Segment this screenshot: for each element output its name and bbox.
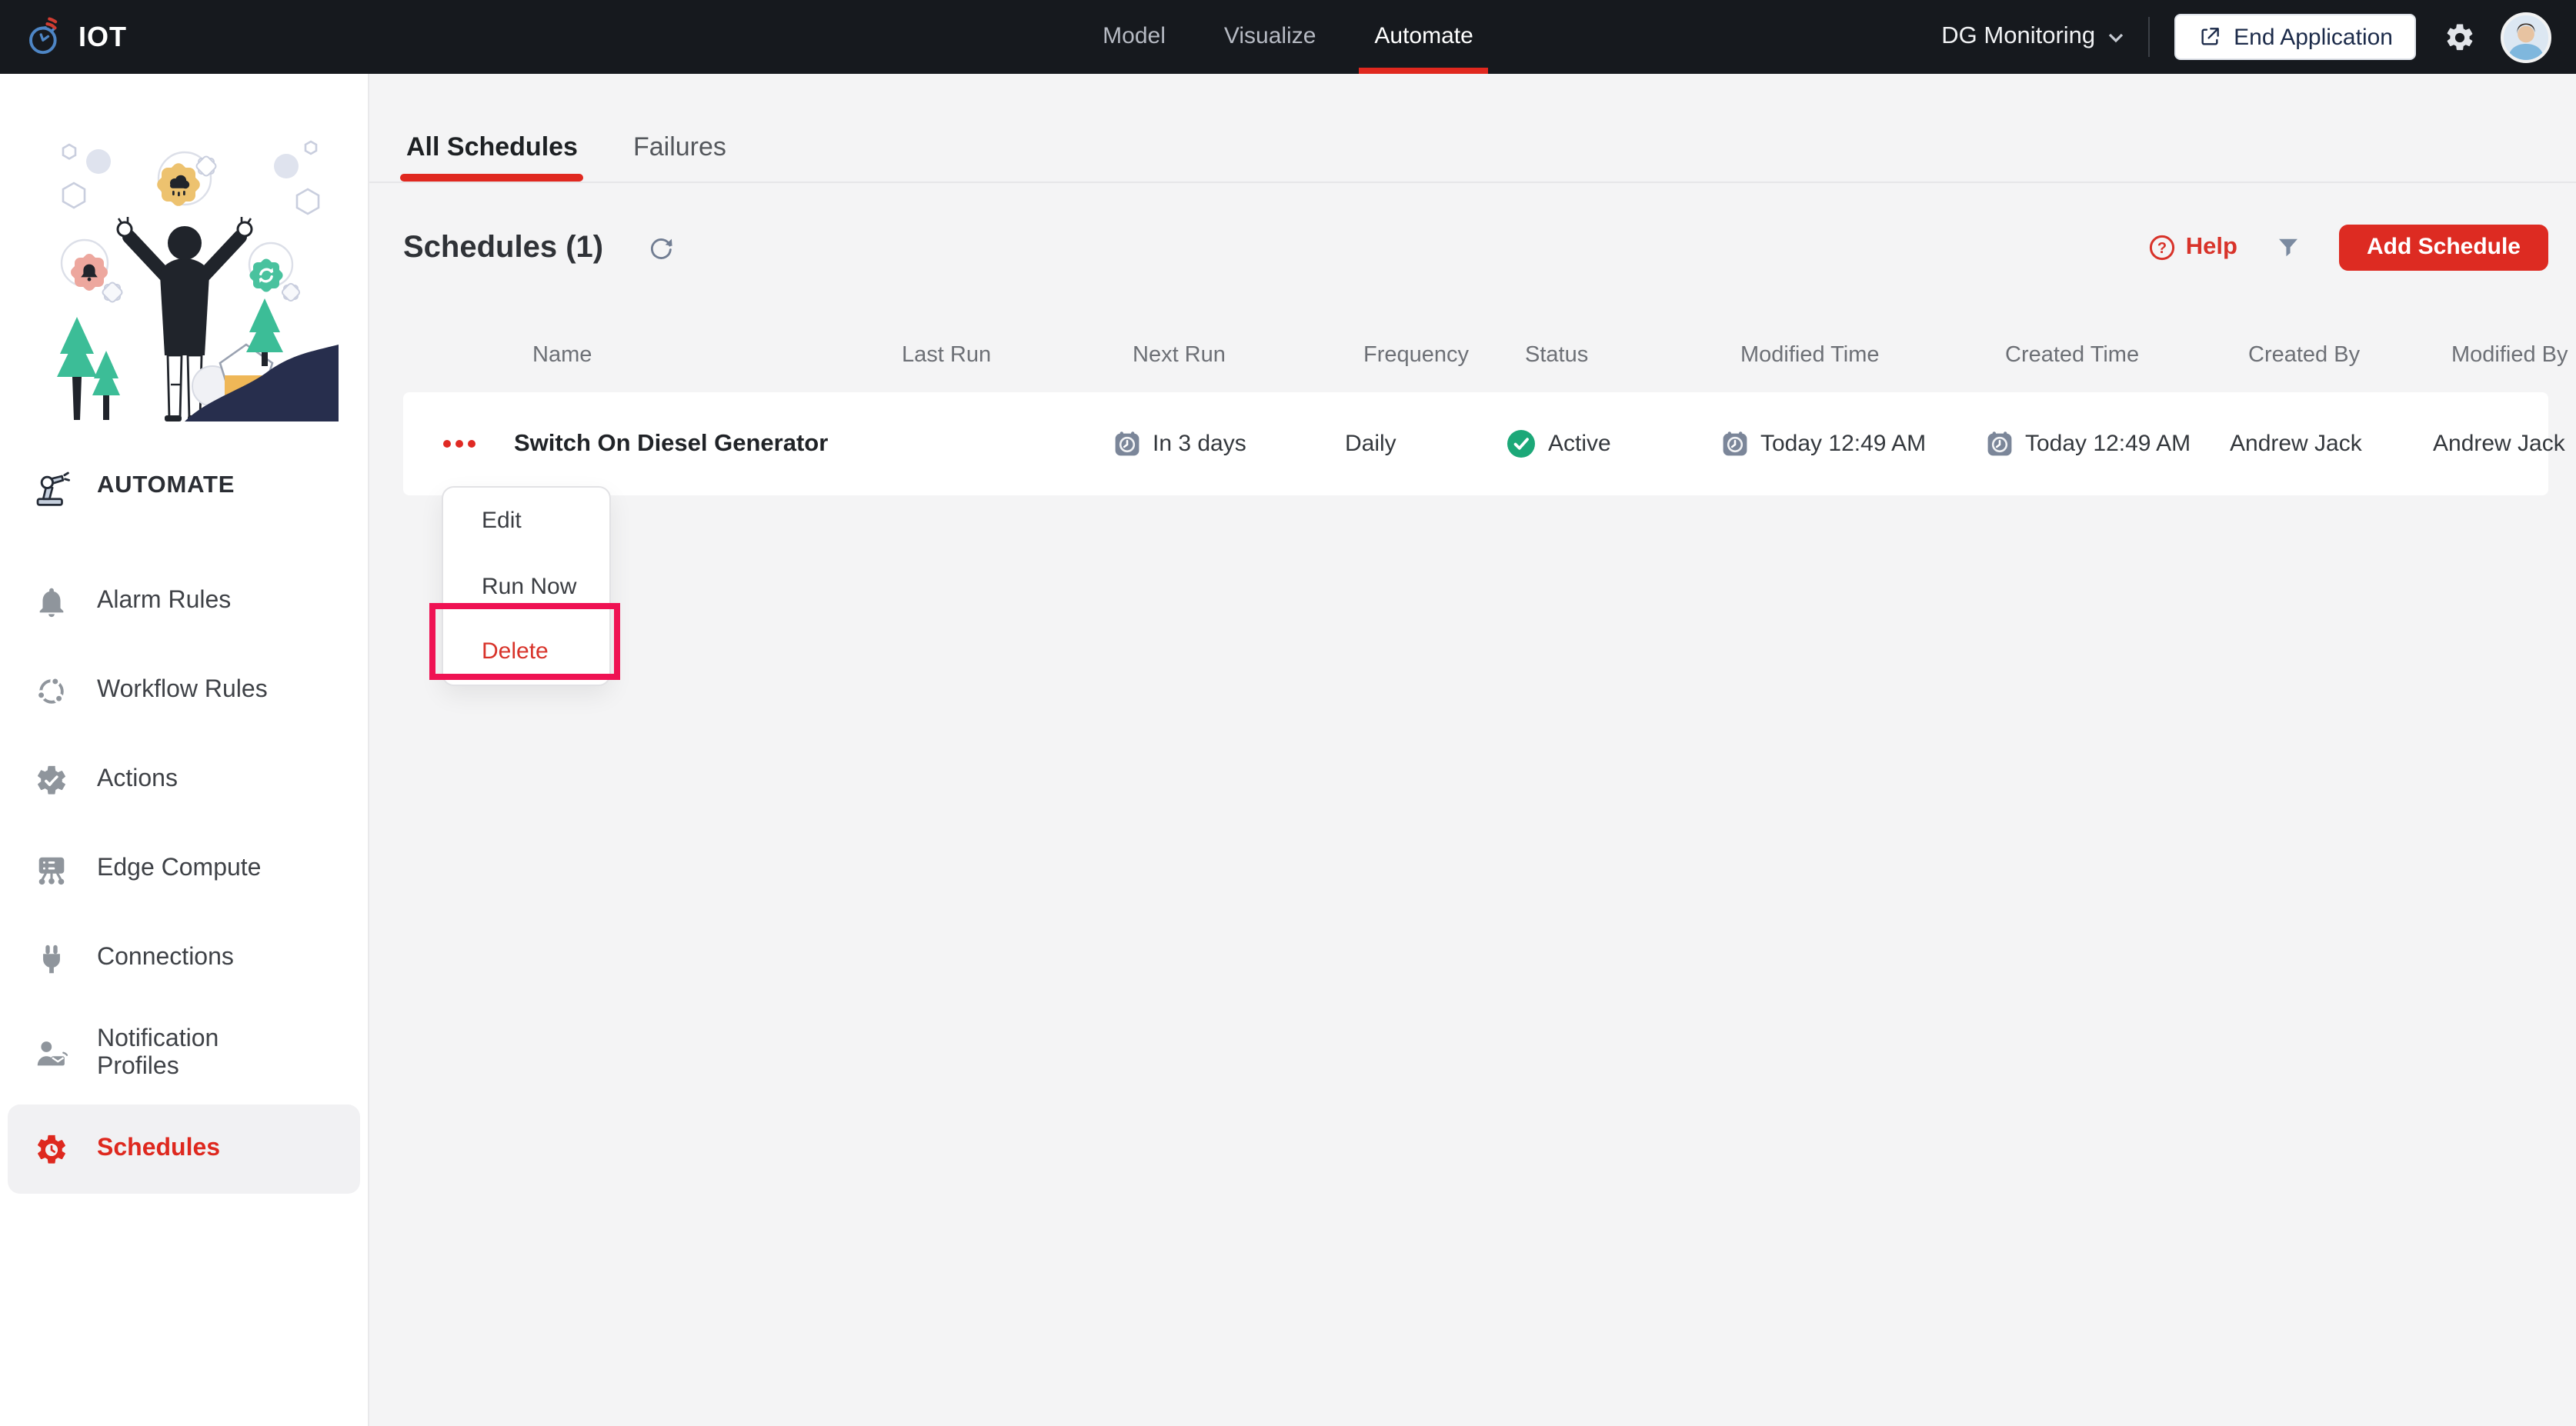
sidebar-item-label: Actions (97, 765, 178, 792)
sidebar-item-connections[interactable]: Connections (0, 914, 368, 1003)
automation-illustration (56, 140, 338, 421)
main-content: All Schedules Failures Schedules (1) ? H… (369, 74, 2576, 1426)
column-header-status: Status (1525, 343, 1589, 368)
created-time-cell: Today 12:49 AM (1987, 431, 2230, 457)
modified-by-cell: Andrew Jack (2433, 431, 2565, 457)
context-menu-item-delete[interactable]: Delete (443, 619, 609, 685)
app-selector-label: DG Monitoring (1941, 23, 2096, 49)
topbar-divider (2147, 17, 2150, 57)
modified-time-value: Today 12:49 AM (1760, 431, 1927, 457)
column-header-last-run: Last Run (902, 343, 992, 368)
sidebar-item-label: Schedules (97, 1134, 221, 1161)
sidebar-item-notification-profiles[interactable]: Notification Profiles (0, 1003, 368, 1104)
app-window: IOT Model Visualize Automate DG Monitori… (0, 0, 2576, 1426)
app-selector-dropdown[interactable]: DG Monitoring (1941, 23, 2123, 51)
row-context-menu: Edit Run Now Delete (442, 486, 611, 686)
help-icon: ? (2149, 234, 2177, 262)
sidebar-menu: Alarm Rules Workflow Rules Actions Edge … (0, 557, 368, 1194)
row-menu-dots-icon[interactable] (403, 440, 514, 448)
status-value: Active (1548, 431, 1611, 457)
gear-check-icon (34, 762, 69, 798)
heading-row: Schedules (1) ? Help Add Schedule (403, 220, 2576, 275)
tabs-divider (369, 182, 2576, 183)
section-label: AUTOMATE (97, 472, 235, 498)
column-header-frequency: Frequency (1363, 343, 1470, 368)
iot-logo-icon (25, 17, 65, 57)
frequency-cell: Daily (1345, 431, 1396, 457)
modified-time-cell: Today 12:49 AM (1722, 431, 1987, 457)
external-link-icon (2197, 25, 2221, 49)
status-check-icon (1507, 429, 1536, 458)
table-header: Name Last Run Next Run Frequency Status … (403, 343, 2568, 368)
sidebar-section-automate: AUTOMATE (0, 455, 368, 517)
next-run-value: In 3 days (1153, 431, 1246, 457)
sidebar-item-label: Edge Compute (97, 855, 262, 881)
table-row[interactable]: Switch On Diesel Generator In 3 days Dai… (403, 392, 2565, 495)
page-title: Schedules (1) (403, 230, 604, 264)
status-cell: Active (1507, 429, 1722, 458)
sidebar-item-label: Workflow Rules (97, 676, 268, 703)
gear-clock-icon (34, 1131, 69, 1167)
end-application-label: End Application (2234, 24, 2393, 50)
help-label: Help (2185, 234, 2237, 260)
logo-text: IOT (78, 21, 127, 52)
context-menu-item-edit[interactable]: Edit (443, 488, 609, 553)
sidebar-item-actions[interactable]: Actions (0, 735, 368, 825)
end-application-button[interactable]: End Application (2174, 14, 2416, 60)
user-avatar[interactable] (2501, 12, 2551, 62)
heading-actions: ? Help Add Schedule (2149, 225, 2548, 271)
topbar: IOT Model Visualize Automate DG Monitori… (0, 0, 2576, 74)
refresh-icon[interactable] (646, 233, 676, 262)
sidebar-item-label: Connections (97, 944, 234, 971)
settings-gear-icon[interactable] (2444, 21, 2476, 53)
created-time-value: Today 12:49 AM (2025, 431, 2191, 457)
help-link[interactable]: ? Help (2149, 234, 2237, 262)
column-header-modified-by: Modified By (2451, 343, 2568, 368)
nav-tab-automate[interactable]: Automate (1356, 0, 1491, 74)
clock-icon (1987, 431, 2013, 457)
top-navigation: Model Visualize Automate (1084, 0, 1492, 74)
add-schedule-button[interactable]: Add Schedule (2338, 225, 2548, 271)
server-icon (34, 851, 69, 887)
column-header-created-time: Created Time (2005, 343, 2140, 368)
sidebar-item-label: Notification Profiles (97, 1025, 219, 1080)
nav-tab-visualize[interactable]: Visualize (1206, 0, 1335, 74)
column-header-next-run: Next Run (1133, 343, 1226, 368)
column-header-modified-time: Modified Time (1740, 343, 1880, 368)
sidebar-item-edge-compute[interactable]: Edge Compute (0, 825, 368, 914)
bell-icon (34, 584, 69, 619)
clock-icon (1114, 431, 1140, 457)
robot-arm-icon (31, 465, 72, 507)
sidebar-item-alarm-rules[interactable]: Alarm Rules (0, 557, 368, 646)
clock-icon (1722, 431, 1748, 457)
sidebar-item-schedules[interactable]: Schedules (8, 1104, 360, 1194)
column-header-menu (403, 343, 514, 368)
nav-tab-model[interactable]: Model (1084, 0, 1184, 74)
filter-icon[interactable] (2274, 234, 2302, 262)
svg-text:?: ? (2158, 240, 2167, 257)
person-mail-icon (34, 1036, 69, 1071)
context-menu-item-run-now[interactable]: Run Now (443, 553, 609, 618)
chevron-down-icon (2107, 32, 2123, 42)
created-by-cell: Andrew Jack (2230, 431, 2362, 457)
topbar-right: DG Monitoring End Application (1941, 12, 2551, 62)
content-tabs: All Schedules Failures (399, 74, 2576, 182)
plug-icon (34, 941, 69, 976)
sidebar-item-label: Alarm Rules (97, 587, 232, 614)
tab-all-schedules[interactable]: All Schedules (399, 132, 585, 182)
app-logo[interactable]: IOT (25, 17, 127, 57)
schedule-name: Switch On Diesel Generator (514, 430, 829, 456)
sidebar: AUTOMATE Alarm Rules Workflow Rules Acti… (0, 74, 369, 1426)
column-header-name: Name (532, 343, 592, 368)
sidebar-item-workflow-rules[interactable]: Workflow Rules (0, 646, 368, 735)
workflow-icon (34, 673, 69, 708)
tab-failures[interactable]: Failures (630, 132, 729, 182)
column-header-created-by: Created By (2248, 343, 2361, 368)
next-run-cell: In 3 days (1114, 431, 1345, 457)
